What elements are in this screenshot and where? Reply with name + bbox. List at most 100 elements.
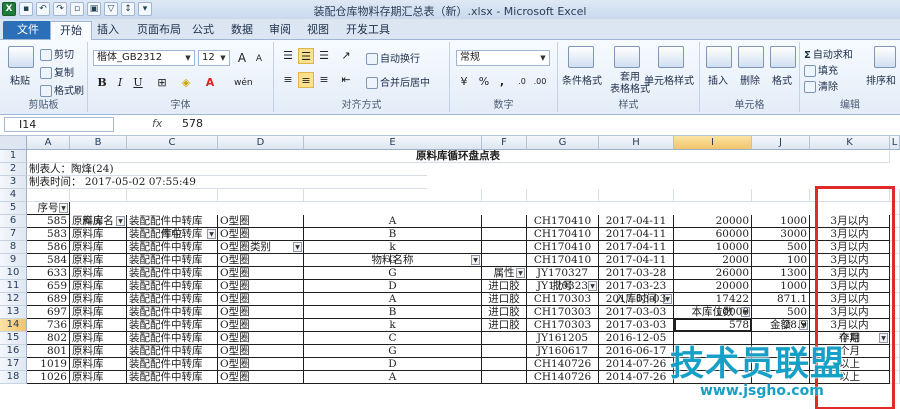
tab-insert[interactable]: 插入 [88,21,128,39]
table-cell[interactable]: CH140726 [527,371,599,384]
column-header-e[interactable]: E [304,136,482,150]
table-cell[interactable]: O型圈 [218,267,304,280]
table-cell[interactable]: 802 [27,332,70,345]
tab-data[interactable]: 数据 [222,21,262,39]
table-format-icon[interactable] [614,46,640,68]
table-cell[interactable]: JY170327 [527,267,599,280]
row-header[interactable]: 16 [0,345,27,358]
table-cell[interactable]: 689 [27,293,70,306]
table-cell[interactable]: CH170410 [527,215,599,228]
column-header-a[interactable]: A [27,136,70,150]
fx-icon[interactable]: fx [152,117,162,130]
row-header[interactable]: 14 [0,319,27,332]
table-cell[interactable]: 进口胶 [482,280,527,293]
table-cell[interactable]: CH170410 [527,254,599,267]
number-format-select[interactable]: 常规 ▼ [456,50,550,66]
table-cell[interactable]: 20000 [674,280,752,293]
row-header[interactable]: 9 [0,254,27,267]
table-cell[interactable]: 736 [27,319,70,332]
table-cell[interactable]: 2017-03-03 [599,306,674,319]
filter-dropdown-icon[interactable]: ▼ [59,203,68,213]
delete-cells-button[interactable]: 删除 [740,72,760,87]
table-cell[interactable]: 2017-03-03 [599,293,674,306]
row-header[interactable]: 15 [0,332,27,345]
table-cell[interactable] [482,215,527,228]
table-cell[interactable]: 871.1 [752,293,810,306]
table-cell[interactable]: k [304,241,482,254]
table-cell[interactable]: 2017-04-11 [599,215,674,228]
autosum-button[interactable]: Σ 自动求和 [804,46,853,61]
table-cell[interactable]: CH170410 [527,228,599,241]
table-cell[interactable]: JY170323 [527,280,599,293]
cell[interactable] [218,189,304,202]
table-cell[interactable]: 装配配件中转库 [127,371,218,384]
sort-filter-button[interactable]: 排序和 [866,72,896,87]
table-cell[interactable]: G [304,345,482,358]
table-cell[interactable]: 进口胶 [482,306,527,319]
clear-button[interactable]: 清除 [804,78,838,93]
table-cell[interactable]: k [304,319,482,332]
cell[interactable] [304,189,482,202]
table-cell[interactable]: 2017-04-11 [599,241,674,254]
tab-developer[interactable]: 开发工具 [337,21,399,39]
table-cell[interactable]: 2000 [674,254,752,267]
copy-button[interactable]: 复制 [40,64,74,79]
table-cell[interactable]: G [304,267,482,280]
table-cell[interactable]: 装配配件中转库 [127,228,218,241]
table-cell[interactable]: 装配配件中转库 [127,254,218,267]
table-cell[interactable]: 原料库 [70,241,127,254]
table-cell[interactable]: C [304,254,482,267]
phonetic-button[interactable]: wén [234,75,253,91]
indent-icon[interactable]: ⇤ [338,72,354,88]
name-box[interactable]: I14 [4,117,114,132]
format-cells-icon[interactable] [770,46,796,68]
table-cell[interactable]: 60000 [674,228,752,241]
cell[interactable] [127,189,218,202]
table-cell[interactable]: 2017-03-03 [599,319,674,332]
table-cell[interactable]: 原料库 [70,215,127,228]
row-header[interactable]: 8 [0,241,27,254]
row-header[interactable]: 18 [0,371,27,384]
cell[interactable] [70,189,127,202]
table-cell[interactable]: 697 [27,306,70,319]
table-cell[interactable]: 2017-04-11 [599,228,674,241]
table-cell[interactable]: 17422 [674,293,752,306]
insert-cells-button[interactable]: 插入 [708,72,728,87]
table-cell[interactable]: O型圈 [218,241,304,254]
table-cell[interactable] [482,228,527,241]
align-center-icon[interactable]: ≡ [298,72,314,88]
table-cell[interactable]: 500 [752,306,810,319]
table-cell[interactable]: A [304,371,482,384]
table-cell[interactable]: 10000 [674,241,752,254]
table-cell[interactable]: 2016-12-05 [599,332,674,345]
table-cell[interactable]: 原料库 [70,332,127,345]
table-cell[interactable]: 原料库 [70,358,127,371]
table-cell[interactable]: 原料库 [70,267,127,280]
column-header-b[interactable]: B [70,136,127,150]
align-top-icon[interactable]: ☰ [280,48,296,64]
row-header[interactable]: 3 [0,176,27,189]
orientation-icon[interactable]: ↗ [338,48,354,64]
row-header[interactable]: 12 [0,293,27,306]
table-cell[interactable]: O型圈 [218,306,304,319]
table-cell[interactable]: C [304,332,482,345]
table-cell[interactable]: 原料库 [70,319,127,332]
table-cell[interactable]: 2014-07-26 [599,371,674,384]
table-cell[interactable]: 装配配件中转库 [127,319,218,332]
column-header-h[interactable]: H [599,136,674,150]
table-cell[interactable]: 原料库 [70,254,127,267]
table-cell[interactable]: 原料库 [70,293,127,306]
table-cell[interactable]: 装配配件中转库 [127,332,218,345]
table-header-cell[interactable]: 序号 ▼ [27,202,70,215]
tab-formulas[interactable]: 公式 [183,21,223,39]
cell[interactable] [674,189,752,202]
fill-color-button[interactable]: ◈ [178,75,194,91]
tab-page-layout[interactable]: 页面布局 [128,21,190,39]
table-cell[interactable]: 进口胶 [482,319,527,332]
table-cell[interactable]: 装配配件中转库 [127,241,218,254]
table-cell[interactable]: O型圈 [218,254,304,267]
table-cell[interactable] [482,371,527,384]
table-cell[interactable]: 2017-04-11 [599,254,674,267]
tab-review[interactable]: 审阅 [260,21,300,39]
paste-icon[interactable] [8,46,34,68]
